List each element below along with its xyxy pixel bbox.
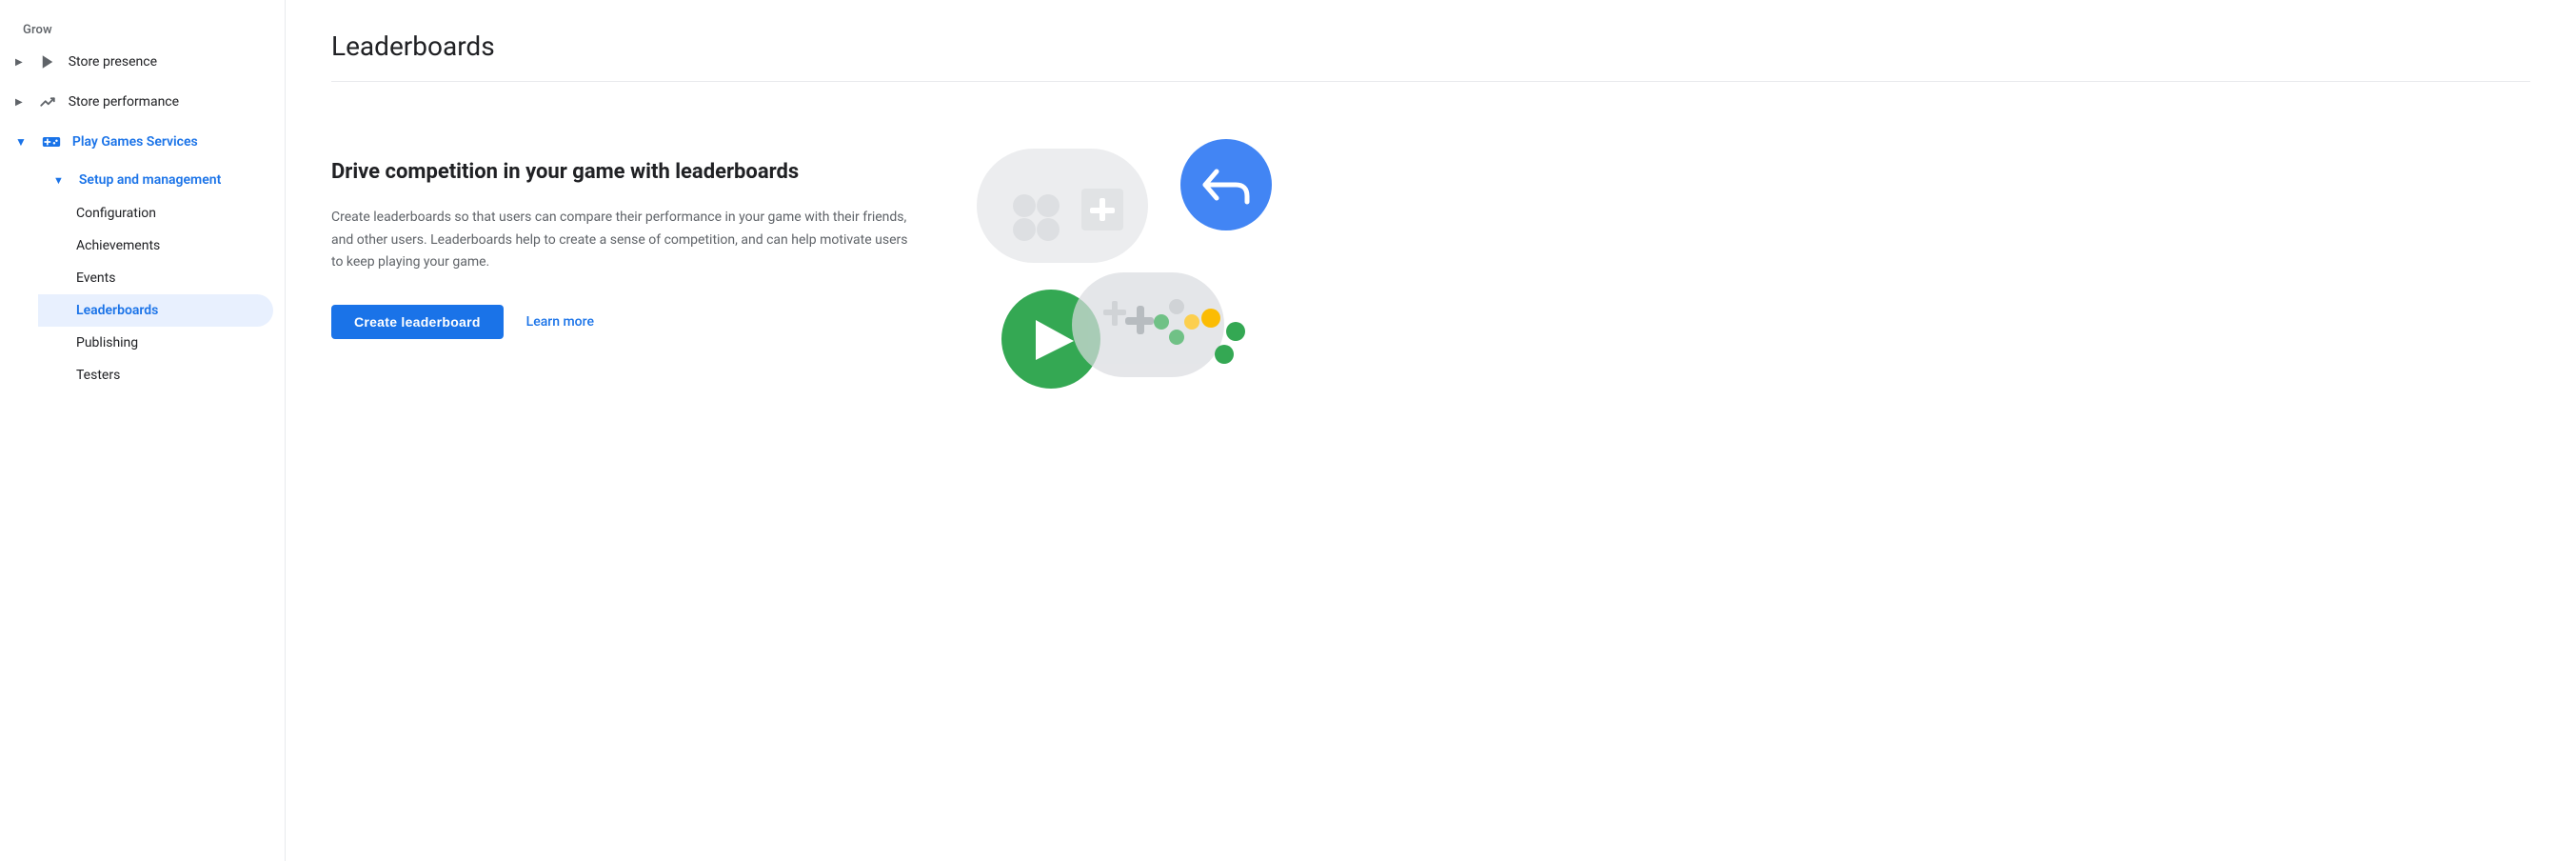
grow-section-label: Grow <box>0 15 285 41</box>
sidebar-sub-item-leaderboards[interactable]: Leaderboards <box>38 294 273 327</box>
sidebar-sub-item-label-leaderboards: Leaderboards <box>76 303 158 318</box>
sidebar-item-setup-management[interactable]: ▼ Setup and management <box>38 163 273 197</box>
sidebar-item-store-presence[interactable]: ▶ Store presence <box>0 43 273 81</box>
sidebar-sub-item-configuration[interactable]: Configuration <box>38 197 273 230</box>
leaderboards-illustration <box>967 120 1272 444</box>
main-content: Leaderboards Drive competition in your g… <box>286 0 2576 861</box>
sidebar-sub-item-label-testers: Testers <box>76 368 120 383</box>
sidebar-item-store-performance[interactable]: ▶ Store performance <box>0 83 273 121</box>
title-divider <box>331 81 2530 82</box>
trending-up-icon <box>38 92 57 111</box>
sidebar-item-label-play-games-services: Play Games Services <box>72 134 198 150</box>
text-content: Drive competition in your game with lead… <box>331 120 921 339</box>
expand-icon-store-presence: ▶ <box>15 57 23 68</box>
sidebar-sub-item-label-achievements: Achievements <box>76 238 160 253</box>
play-icon <box>38 52 57 71</box>
expand-icon-store-performance: ▶ <box>15 97 23 108</box>
sidebar-sub-item-label-events: Events <box>76 270 115 286</box>
sidebar-sub-item-achievements[interactable]: Achievements <box>38 230 273 262</box>
sidebar-sub-item-label-configuration: Configuration <box>76 206 156 221</box>
page-title: Leaderboards <box>331 30 2530 62</box>
sidebar-item-play-games-services[interactable]: ▼ Play Games Services <box>0 123 273 161</box>
actions-row: Create leaderboard Learn more <box>331 305 921 339</box>
chevron-down-icon-setup: ▼ <box>53 174 64 187</box>
sidebar-sub-item-publishing[interactable]: Publishing <box>38 327 273 359</box>
feature-title: Drive competition in your game with lead… <box>331 158 921 188</box>
chevron-down-icon-play-games: ▼ <box>15 135 27 149</box>
sidebar-item-label-store-presence: Store presence <box>69 54 157 70</box>
sidebar-item-label-store-performance: Store performance <box>69 94 179 110</box>
sidebar-sub-item-events[interactable]: Events <box>38 262 273 294</box>
sidebar-sub-item-testers[interactable]: Testers <box>38 359 273 391</box>
feature-description: Create leaderboards so that users can co… <box>331 207 921 274</box>
content-area: Drive competition in your game with lead… <box>331 120 2530 444</box>
sidebar-sub-item-label-publishing: Publishing <box>76 335 138 350</box>
sidebar: Grow ▶ Store presence ▶ Store performanc… <box>0 0 286 861</box>
sidebar-sub-section-label: Setup and management <box>79 172 221 188</box>
create-leaderboard-button[interactable]: Create leaderboard <box>331 305 504 339</box>
gamepad-icon <box>42 132 61 151</box>
learn-more-link[interactable]: Learn more <box>526 314 594 330</box>
